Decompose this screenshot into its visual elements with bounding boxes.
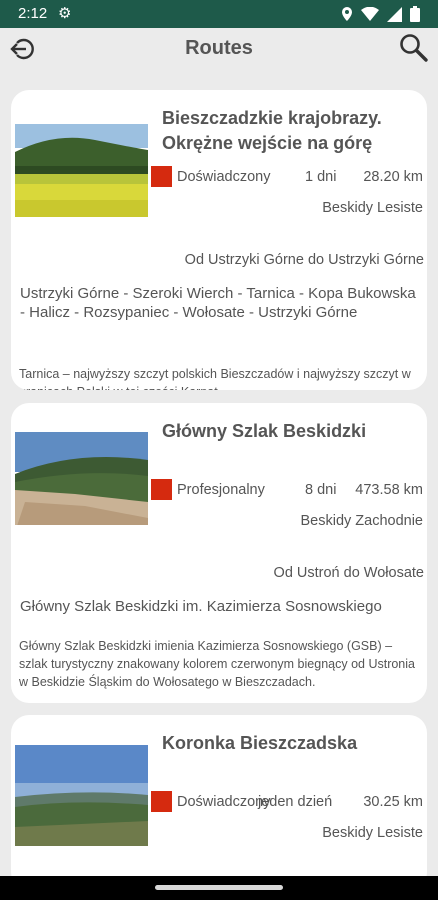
route-card[interactable]: Główny Szlak Beskidzki Profesjonalny 8 d… <box>11 403 427 703</box>
route-waypoints: Ustrzyki Górne - Szeroki Wierch - Tarnic… <box>20 285 416 321</box>
route-image <box>15 745 148 846</box>
search-icon <box>400 34 428 62</box>
route-distance: 473.58 km <box>355 482 423 498</box>
wifi-icon <box>361 6 379 21</box>
difficulty-label: Doświadczony <box>177 794 271 810</box>
route-distance: 28.20 km <box>363 169 423 185</box>
route-card[interactable]: Koronka Bieszczadska Doświadczony jeden … <box>11 715 427 890</box>
route-description: Tarnica – najwyższy szczyt polskich Bies… <box>19 367 411 390</box>
status-bar: 2:12 ⚙ <box>0 0 438 28</box>
route-card[interactable]: Bieszczadzkie krajobrazy. Okrężne wejści… <box>11 90 427 390</box>
route-region: Beskidy Lesiste <box>322 825 423 841</box>
home-gesture-handle[interactable] <box>155 885 283 890</box>
difficulty-marker <box>151 791 172 812</box>
signal-icon <box>387 6 402 22</box>
route-duration: 1 dni <box>305 169 337 185</box>
route-waypoints: Główny Szlak Beskidzki im. Kazimierza So… <box>20 598 382 615</box>
route-title: Bieszczadzkie krajobrazy. Okrężne wejści… <box>162 108 382 153</box>
search-button[interactable] <box>398 32 430 64</box>
route-region: Beskidy Zachodnie <box>300 513 423 529</box>
route-image <box>15 124 148 217</box>
route-duration: 8 dni <box>305 482 337 498</box>
route-distance: 30.25 km <box>363 794 423 810</box>
route-title: Koronka Bieszczadska <box>162 733 358 753</box>
location-icon <box>342 7 352 21</box>
battery-icon <box>410 6 420 22</box>
route-description: Główny Szlak Beskidzki imienia Kazimierz… <box>19 639 415 689</box>
page-title: Routes <box>185 37 253 59</box>
route-region: Beskidy Lesiste <box>322 200 423 216</box>
difficulty-marker <box>151 479 172 500</box>
difficulty-marker <box>151 166 172 187</box>
difficulty-label: Doświadczony <box>177 169 271 185</box>
app-bar: Routes <box>0 28 438 70</box>
route-duration: jeden dzień <box>258 794 333 810</box>
status-time: 2:12 <box>18 5 48 22</box>
difficulty-label: Profesjonalny <box>177 482 265 498</box>
route-from-to: Od Ustrzyki Górne do Ustrzyki Górne <box>184 252 424 268</box>
settings-icon: ⚙ <box>58 5 72 22</box>
system-navigation-bar <box>0 876 438 900</box>
route-image <box>15 432 148 525</box>
route-title: Główny Szlak Beskidzki <box>162 421 367 441</box>
route-from-to: Od Ustroń do Wołosate <box>273 565 424 581</box>
